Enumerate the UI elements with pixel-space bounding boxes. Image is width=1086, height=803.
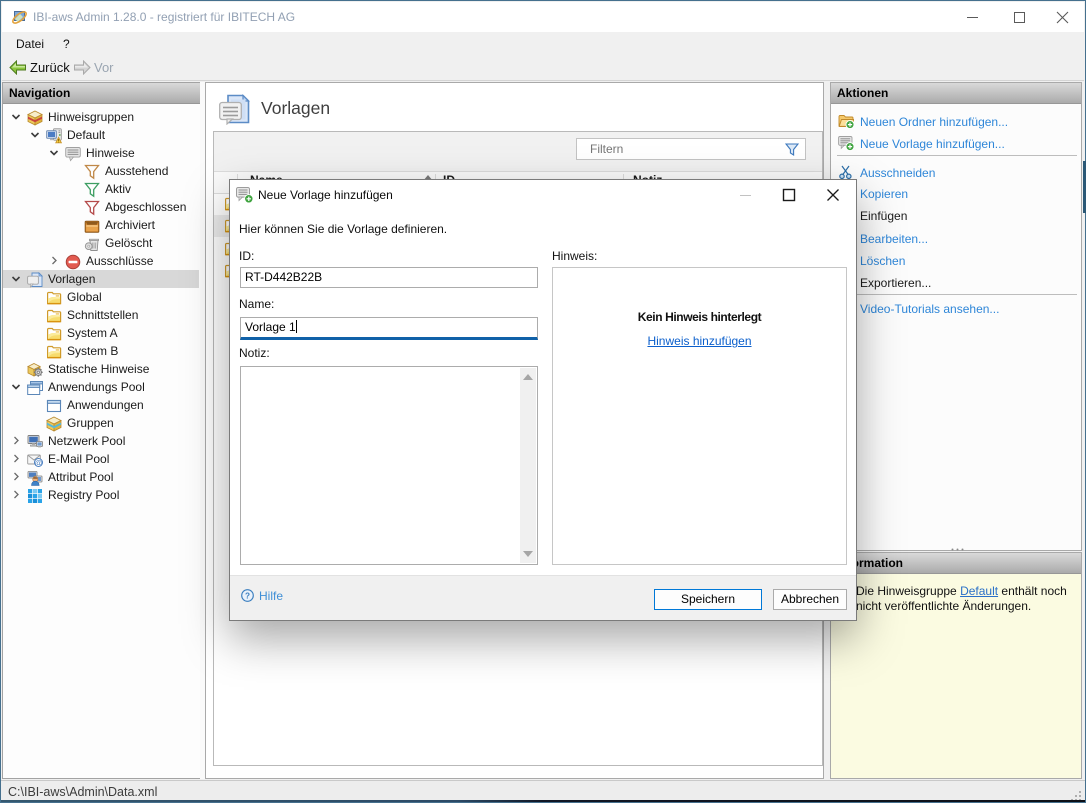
svg-text:?: ? xyxy=(245,592,250,601)
svg-text:@: @ xyxy=(35,458,43,467)
